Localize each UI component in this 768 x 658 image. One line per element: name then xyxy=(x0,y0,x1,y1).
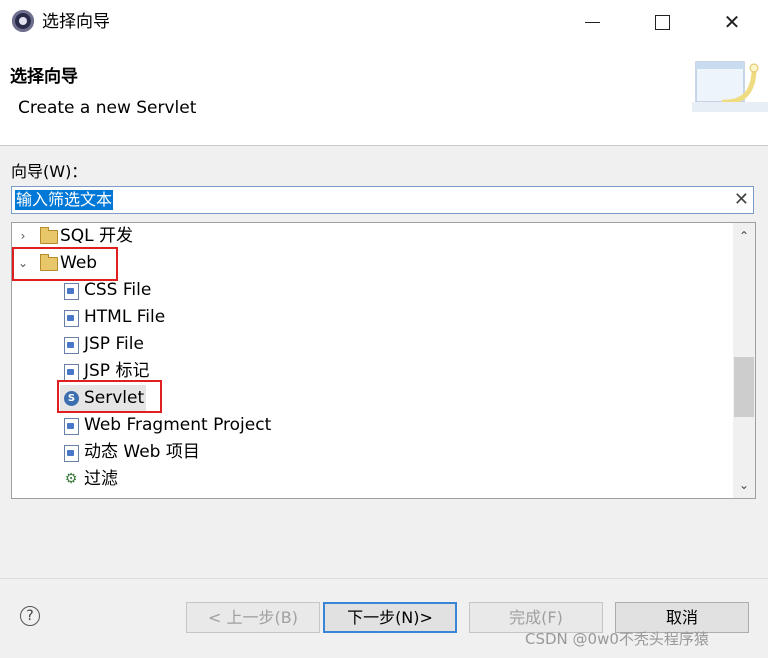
filter-text-selected[interactable]: 输入筛选文本 xyxy=(15,190,114,210)
folder-icon xyxy=(40,227,58,244)
maximize-button[interactable] xyxy=(640,0,684,44)
close-button[interactable]: ✕ xyxy=(710,0,754,44)
banner-title: 选择向导 xyxy=(10,67,78,87)
tree-item-sql[interactable]: › SQL 开发 xyxy=(12,223,732,250)
tree-item-web[interactable]: ⌄ Web xyxy=(12,250,732,277)
filter-input[interactable]: 输入筛选文本 ✕ xyxy=(11,186,754,214)
wizard-tree[interactable]: › SQL 开发 ⌄ Web CSS File HTML File JSP Fi… xyxy=(11,222,756,499)
eclipse-app-icon xyxy=(12,10,34,32)
tree-item-web-fragment-project[interactable]: Web Fragment Project xyxy=(12,412,732,439)
tree-item-label: CSS File xyxy=(84,280,152,300)
title-bar: 选择向导 ✕ xyxy=(0,0,768,44)
csdn-watermark: CSDN @0w0不秃头程序猿 xyxy=(525,630,709,648)
css-file-icon xyxy=(64,283,79,300)
web-fragment-icon xyxy=(64,418,79,435)
minimize-button[interactable] xyxy=(570,0,614,44)
html-file-icon xyxy=(64,310,79,327)
maximize-icon xyxy=(654,14,670,30)
servlet-annotation-box xyxy=(57,380,162,413)
web-annotation-box xyxy=(12,247,118,281)
help-icon[interactable]: ? xyxy=(20,606,40,626)
tree-item-label: JSP File xyxy=(84,334,144,354)
tree-scrollbar[interactable]: ⌃ ⌄ xyxy=(733,223,755,498)
tree-item-css-file[interactable]: CSS File xyxy=(12,277,732,304)
close-icon: ✕ xyxy=(723,10,741,34)
filter-icon: ⚙ xyxy=(64,471,78,487)
tree-item-label: 动态 Web 项目 xyxy=(84,442,200,462)
scroll-up-icon[interactable]: ⌃ xyxy=(733,225,755,247)
tree-item-label: SQL 开发 xyxy=(60,226,134,246)
tree-item-label: Web Fragment Project xyxy=(84,415,272,435)
back-button[interactable]: < 上一步(B) xyxy=(186,602,320,633)
scroll-down-icon[interactable]: ⌄ xyxy=(733,474,755,496)
jsp-tag-icon xyxy=(64,364,79,381)
tree-item-label: HTML File xyxy=(84,307,166,327)
tree-item-label: 过滤 xyxy=(84,469,118,489)
wizard-illustration-icon xyxy=(692,61,768,112)
tree-item-jsp-file[interactable]: JSP File xyxy=(12,331,732,358)
wizard-filter-label: 向导(W)： xyxy=(11,162,88,181)
collapsed-arrow-icon[interactable]: › xyxy=(16,223,30,250)
banner-description: Create a new Servlet xyxy=(18,98,197,118)
dynamic-web-project-icon xyxy=(64,445,79,462)
jsp-file-icon xyxy=(64,337,79,354)
next-button[interactable]: 下一步(N)> xyxy=(323,602,457,633)
tree-item-filter[interactable]: ⚙ 过滤 xyxy=(12,466,732,493)
tree-item-html-file[interactable]: HTML File xyxy=(12,304,732,331)
tree-item-dynamic-web-project[interactable]: 动态 Web 项目 xyxy=(12,439,732,466)
scroll-thumb[interactable] xyxy=(734,357,754,417)
minimize-icon xyxy=(584,21,600,23)
window-title: 选择向导 xyxy=(42,12,110,32)
wizard-banner: 选择向导 Create a new Servlet xyxy=(0,44,768,146)
clear-filter-icon[interactable]: ✕ xyxy=(734,189,749,211)
